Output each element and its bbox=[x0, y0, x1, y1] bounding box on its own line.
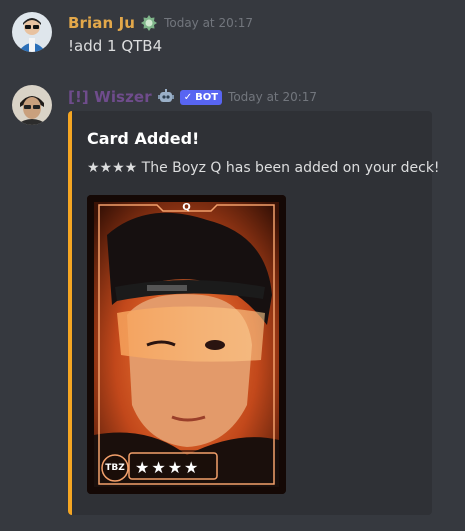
green-role-icon bbox=[140, 14, 158, 32]
bot-badge: ✓ BOT bbox=[179, 89, 223, 105]
card-stars: ★★★★ bbox=[135, 458, 201, 477]
card-image[interactable]: Q TBZ ★★★★ bbox=[87, 195, 286, 494]
check-icon: ✓ bbox=[183, 91, 193, 103]
timestamp[interactable]: Today at 20:17 bbox=[164, 16, 253, 30]
embed: Card Added! ★★★★ The Boyz Q has been add… bbox=[68, 111, 440, 515]
embed-title: Card Added! bbox=[87, 129, 200, 148]
author-name[interactable]: Brian Ju bbox=[68, 14, 135, 32]
card-label: Q bbox=[182, 202, 191, 213]
chat-log: Brian Ju Today at 20:17 !add 1 QTB4 [!] … bbox=[0, 0, 465, 531]
robot-icon bbox=[157, 88, 175, 106]
message-content: !add 1 QTB4 bbox=[68, 37, 163, 55]
timestamp[interactable]: Today at 20:17 bbox=[228, 90, 317, 104]
embed-description: ★★★★ The Boyz Q has been added on your d… bbox=[87, 160, 440, 176]
group-logo: TBZ bbox=[105, 463, 125, 473]
author-name[interactable]: [!] Wiszer bbox=[68, 88, 152, 106]
bot-badge-label: BOT bbox=[195, 91, 219, 103]
avatar[interactable] bbox=[12, 85, 52, 125]
avatar[interactable] bbox=[12, 12, 52, 52]
